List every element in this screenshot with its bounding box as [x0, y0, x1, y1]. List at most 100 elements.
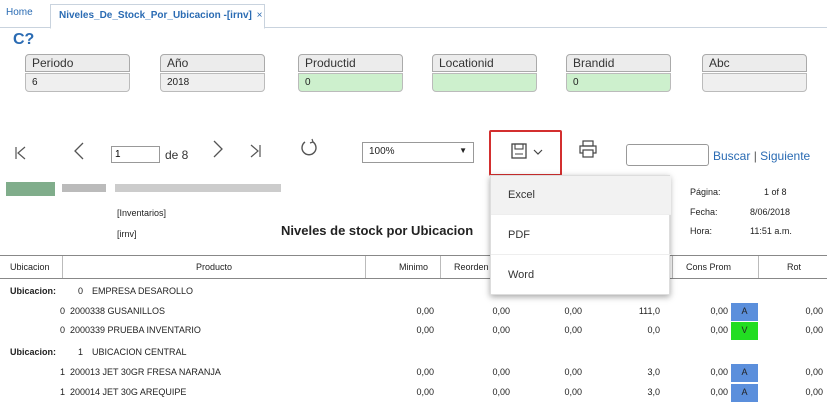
- param-brandid: Brandid 0: [566, 54, 671, 92]
- cell-producto: 2000338 GUSANILLOS: [70, 306, 166, 316]
- param-input[interactable]: 2018: [160, 73, 265, 92]
- export-pdf[interactable]: PDF: [491, 216, 671, 255]
- search-link[interactable]: Buscar: [713, 149, 750, 163]
- table-top-border: [0, 255, 827, 256]
- next-link[interactable]: Siguiente: [760, 149, 810, 163]
- page-number-input[interactable]: [111, 146, 160, 163]
- fecha-label: Fecha:: [690, 207, 718, 217]
- param-input[interactable]: [702, 73, 807, 92]
- abc-badge: A: [731, 364, 758, 382]
- cell-minimo: 0,00: [416, 387, 434, 397]
- cell-cons: 0,00: [710, 367, 728, 377]
- param-input[interactable]: 0: [566, 73, 671, 92]
- col-reorden: Reorden: [454, 262, 489, 272]
- abc-badge: A: [731, 384, 758, 402]
- export-button[interactable]: [489, 130, 562, 176]
- chevron-down-icon: [533, 149, 543, 155]
- export-menu: Excel PDF Word: [490, 175, 671, 295]
- col-ubicacion: Ubicacion: [10, 262, 50, 272]
- col-divider: [758, 256, 759, 278]
- cell-rot: 0,00: [805, 306, 823, 316]
- tab-report-label: Niveles_De_Stock_Por_Ubicacion -[irnv]: [59, 10, 252, 21]
- param-periodo: Periodo 6: [25, 54, 130, 92]
- abc-badge: V: [731, 322, 758, 340]
- report-subtitle-2: [irnv]: [117, 229, 137, 239]
- refresh-icon[interactable]: [299, 138, 319, 158]
- page-count: de 8: [165, 148, 189, 162]
- cell-producto: 2000339 PRUEBA INVENTARIO: [70, 325, 201, 335]
- cell-c4: 111,0: [638, 306, 660, 316]
- dropdown-arrow-icon: ▼: [459, 146, 467, 155]
- table-row: 1 200013 JET 30GR FRESA NARANJA 0,00 0,00 0,…: [0, 363, 827, 383]
- col-minimo: Minimo: [399, 262, 429, 272]
- cell-c3: 0,00: [564, 367, 582, 377]
- tab-home[interactable]: Home: [6, 7, 33, 18]
- search-links: Buscar | Siguiente: [713, 149, 810, 163]
- pagina-value: 1 of 8: [764, 187, 787, 197]
- col-divider: [62, 256, 63, 278]
- zoom-select[interactable]: 100% ▼: [362, 142, 474, 163]
- close-icon[interactable]: ×: [257, 10, 263, 21]
- param-input[interactable]: 6: [25, 73, 130, 92]
- search-separator: |: [753, 149, 757, 163]
- col-divider: [672, 256, 673, 278]
- next-page-icon[interactable]: [212, 140, 224, 158]
- company-logo: [6, 182, 55, 196]
- group-label: Ubicacion:: [10, 347, 57, 357]
- cell-minimo: 0,00: [416, 306, 434, 316]
- cell-rot: 0,00: [805, 367, 823, 377]
- cell-reorden: 0,00: [492, 387, 510, 397]
- cell-producto: 200013 JET 30GR FRESA NARANJA: [70, 367, 221, 377]
- param-label: Productid: [298, 54, 403, 72]
- group-row: Ubicacion: 0 EMPRESA DESAROLLO: [0, 282, 827, 302]
- param-año: Año 2018: [160, 54, 265, 92]
- cell-c4: 3,0: [647, 387, 660, 397]
- cell-num: 0: [60, 306, 66, 316]
- col-producto: Producto: [196, 262, 233, 272]
- export-word[interactable]: Word: [491, 256, 671, 295]
- tab-report[interactable]: Niveles_De_Stock_Por_Ubicacion -[irnv] ×: [50, 4, 265, 29]
- param-label: Abc: [702, 54, 807, 72]
- cell-c4: 3,0: [647, 367, 660, 377]
- cell-num: 0: [60, 325, 66, 335]
- help-refresh-icon[interactable]: C?: [13, 31, 34, 49]
- prev-page-icon[interactable]: [73, 142, 85, 160]
- last-page-icon[interactable]: [249, 144, 261, 158]
- search-input[interactable]: [626, 144, 709, 166]
- table-row: 0 2000339 PRUEBA INVENTARIO 0,00 0,00 0,00 0,…: [0, 321, 827, 341]
- save-icon: [511, 143, 527, 159]
- cell-c4: 0,0: [647, 325, 660, 335]
- param-input[interactable]: 0: [298, 73, 403, 92]
- group-row: Ubicacion: 1 UBICACION CENTRAL: [0, 343, 827, 363]
- cell-cons: 0,00: [710, 325, 728, 335]
- param-input[interactable]: [432, 73, 537, 92]
- company-address-blurred: [115, 184, 281, 192]
- cell-c3: 0,00: [564, 306, 582, 316]
- cell-rot: 0,00: [805, 387, 823, 397]
- cell-c3: 0,00: [564, 325, 582, 335]
- param-label: Año: [160, 54, 265, 72]
- abc-badge: A: [731, 303, 758, 321]
- col-cons-prom: Cons Prom: [686, 262, 732, 272]
- col-divider: [440, 256, 441, 278]
- report-subtitle-1: [Inventarios]: [117, 208, 167, 218]
- company-name-blurred: [62, 184, 106, 192]
- cell-num: 1: [60, 387, 66, 397]
- col-rot: Rot: [787, 262, 802, 272]
- print-icon[interactable]: [579, 140, 597, 158]
- hora-label: Hora:: [690, 226, 713, 236]
- cell-producto: 200014 JET 30G AREQUIPE: [70, 387, 187, 397]
- table-row: 0 2000338 GUSANILLOS 0,00 0,00 0,00 111,0 0,00…: [0, 302, 827, 322]
- export-excel[interactable]: Excel: [491, 176, 671, 215]
- cell-minimo: 0,00: [416, 325, 434, 335]
- cell-cons: 0,00: [710, 387, 728, 397]
- pagina-label: Página:: [690, 187, 721, 197]
- table-row: 1 200014 JET 30G AREQUIPE 0,00 0,00 0,00 3,0 0…: [0, 383, 827, 403]
- zoom-value: 100%: [369, 146, 395, 157]
- group-num: 1: [78, 347, 84, 357]
- cell-cons: 0,00: [710, 306, 728, 316]
- first-page-icon[interactable]: [15, 146, 27, 160]
- cell-reorden: 0,00: [492, 325, 510, 335]
- cell-num: 1: [60, 367, 66, 377]
- cell-rot: 0,00: [805, 325, 823, 335]
